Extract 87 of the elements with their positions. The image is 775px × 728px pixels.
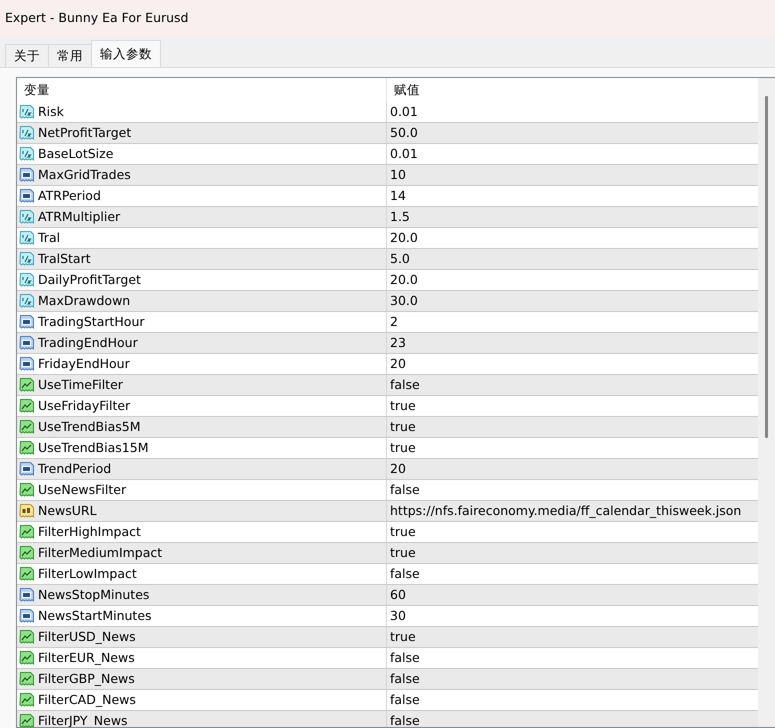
- parameter-name: NewsStartMinutes: [38, 606, 152, 625]
- parameter-name: FilterHighImpact: [38, 522, 141, 541]
- tab[interactable]: 关于: [5, 44, 49, 67]
- parameter-name: MaxGridTrades: [38, 166, 131, 184]
- parameter-value[interactable]: false: [387, 480, 420, 500]
- parameter-value[interactable]: true: [387, 438, 416, 458]
- chart-icon: [19, 545, 35, 561]
- scrollbar[interactable]: [758, 78, 775, 727]
- parameter-name: TralStart: [38, 250, 91, 268]
- parameter-name: MaxDrawdown: [38, 292, 130, 310]
- parameter-value[interactable]: 20.0: [387, 270, 418, 290]
- parameter-name: UseTrendBias15M: [38, 438, 148, 457]
- parameter-name: BaseLotSize: [38, 144, 114, 163]
- parameter-name: NetProfitTarget: [38, 124, 132, 142]
- fraction-icon: [19, 293, 35, 309]
- chart-icon: [19, 650, 35, 666]
- parameter-name: TradingStartHour: [38, 312, 145, 331]
- parameter-name: FilterEUR_News: [38, 648, 135, 667]
- parameter-value[interactable]: true: [387, 522, 416, 542]
- parameter-name: UseFridayFilter: [38, 396, 130, 415]
- parameter-value[interactable]: https://nfs.faireconomy.media/ff_calendar_thisweek.json: [387, 502, 742, 520]
- chart-icon: [19, 377, 35, 393]
- parameter-name: TrendPeriod: [38, 460, 112, 478]
- fraction-icon: [19, 230, 35, 246]
- fraction-icon: [19, 209, 35, 225]
- parameter-value[interactable]: false: [387, 376, 420, 394]
- fraction-icon: [19, 104, 35, 120]
- parameter-value[interactable]: true: [387, 628, 416, 646]
- parameter-value[interactable]: 20: [387, 460, 406, 478]
- parameter-name: FilterGBP_News: [38, 670, 135, 688]
- window-title: Expert - Bunny Ea For Eurusd: [5, 8, 188, 27]
- parameter-value[interactable]: false: [387, 670, 420, 688]
- parameter-name: FridayEndHour: [38, 354, 130, 373]
- parameter-value[interactable]: 2: [387, 312, 398, 332]
- parameter-value[interactable]: 30.0: [387, 292, 418, 310]
- parameter-name: ATRPeriod: [38, 186, 101, 205]
- chart-icon: [19, 398, 35, 414]
- chart-icon: [19, 419, 35, 435]
- fraction-icon: [19, 272, 35, 288]
- chart-icon: [19, 524, 35, 540]
- parameter-name: NewsURL: [38, 502, 97, 520]
- parameter-name: Risk: [38, 102, 64, 121]
- chart-icon: [19, 566, 35, 582]
- parameter-name: TradingEndHour: [38, 334, 138, 352]
- parameter-name: FilterLowImpact: [38, 564, 137, 583]
- parameter-value[interactable]: 1.5: [387, 208, 410, 226]
- chart-icon: [19, 692, 35, 708]
- parameter-value[interactable]: 0.01: [387, 102, 418, 122]
- parameter-name: FilterMediumImpact: [38, 544, 162, 562]
- parameter-value[interactable]: 10: [387, 166, 406, 184]
- parameter-value[interactable]: false: [387, 690, 420, 710]
- parameter-value[interactable]: 60: [387, 586, 406, 604]
- parameter-value[interactable]: true: [387, 418, 416, 436]
- tab[interactable]: 输入参数: [91, 40, 161, 67]
- chart-icon: [19, 629, 35, 645]
- parameter-value[interactable]: 30: [387, 606, 406, 626]
- fraction-icon: [19, 125, 35, 141]
- parameter-name: ATRMultiplier: [38, 208, 120, 226]
- parameter-value[interactable]: 50.0: [387, 124, 418, 142]
- parameter-name: UseTrendBias5M: [38, 418, 141, 436]
- parameter-value[interactable]: 5.0: [387, 250, 410, 268]
- parameter-value[interactable]: false: [387, 648, 420, 668]
- parameter-name: FilterUSD_News: [38, 628, 136, 646]
- parameter-value[interactable]: true: [387, 396, 416, 416]
- parameter-value[interactable]: true: [387, 544, 416, 562]
- chart-icon: [19, 671, 35, 687]
- parameter-name: FilterCAD_News: [38, 690, 136, 709]
- fraction-icon: [19, 146, 35, 162]
- parameter-name: UseNewsFilter: [38, 480, 126, 499]
- chart-icon: [19, 482, 35, 498]
- scrollbar-thumb[interactable]: [765, 96, 768, 438]
- column-header[interactable]: 赋值: [387, 80, 420, 100]
- chart-icon: [19, 713, 35, 727]
- parameter-name: UseTimeFilter: [38, 376, 123, 394]
- parameter-name: NewsStopMinutes: [38, 586, 150, 604]
- parameter-value[interactable]: 23: [387, 334, 406, 352]
- parameter-value[interactable]: 0.01: [387, 144, 418, 164]
- parameter-value[interactable]: 14: [387, 186, 406, 206]
- parameter-value[interactable]: false: [387, 712, 420, 727]
- parameter-value[interactable]: false: [387, 564, 420, 584]
- parameter-value[interactable]: 20.0: [387, 228, 418, 248]
- chart-icon: [19, 440, 35, 456]
- parameter-name: Tral: [38, 228, 60, 247]
- fraction-icon: [19, 251, 35, 267]
- parameter-name: DailyProfitTarget: [38, 270, 141, 289]
- parameter-value[interactable]: 20: [387, 354, 406, 374]
- column-header[interactable]: 变量: [17, 80, 50, 100]
